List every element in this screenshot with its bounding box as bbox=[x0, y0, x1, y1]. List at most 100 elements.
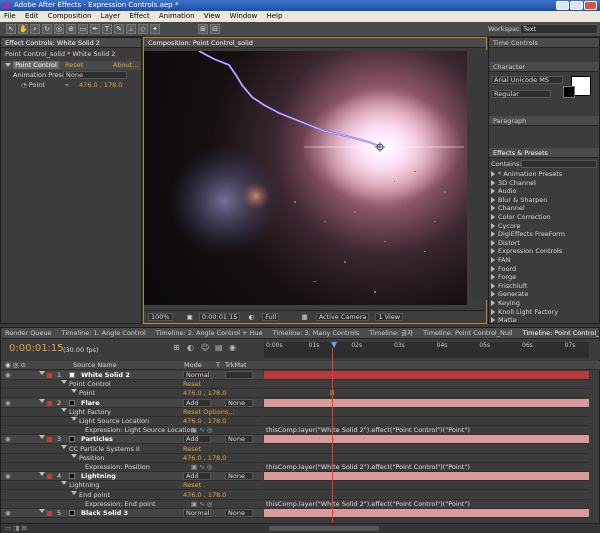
property-track[interactable] bbox=[264, 380, 589, 390]
effects-category-item[interactable]: FAN bbox=[489, 256, 599, 265]
timeline-tab[interactable]: Timeline: 2. Angle Control + Hue bbox=[156, 329, 263, 337]
menu-layer[interactable]: Layer bbox=[101, 12, 121, 20]
property-track[interactable]: thisComp.layer("White Solid 2").effect("… bbox=[264, 500, 589, 509]
rotate-tool-icon[interactable]: ↻ bbox=[42, 24, 52, 34]
property-value[interactable]: 476.0 , 178.0 bbox=[183, 454, 226, 462]
layer-name[interactable]: Black Solid 3 bbox=[81, 509, 128, 517]
zoom-dropdown[interactable]: 100% bbox=[148, 313, 173, 321]
contains-search-input[interactable] bbox=[521, 160, 597, 168]
expression-text[interactable]: thisComp.layer("White Solid 2").effect("… bbox=[266, 500, 470, 509]
time-controls-tab[interactable]: Time Controls bbox=[489, 38, 599, 48]
expand-arrow-icon[interactable] bbox=[491, 222, 495, 229]
effect-reset-link[interactable]: Reset Options... bbox=[183, 408, 235, 416]
show-channel-icon[interactable]: ◐ bbox=[249, 313, 255, 321]
col-source-name[interactable]: Source Name bbox=[73, 361, 117, 370]
col-mode[interactable]: Mode bbox=[184, 361, 202, 370]
timeline-tab[interactable]: Render Queue bbox=[5, 329, 52, 337]
blend-mode-dropdown[interactable]: Add bbox=[183, 398, 211, 407]
world-axis-icon[interactable]: ⊟ bbox=[210, 24, 220, 34]
expand-arrow-icon[interactable] bbox=[491, 256, 495, 263]
effects-category-item[interactable]: Audio bbox=[489, 187, 599, 196]
layer-row[interactable]: ◉ 3 Particles Add None bbox=[1, 435, 263, 445]
property-track[interactable] bbox=[264, 417, 589, 426]
layer-duration-bar[interactable] bbox=[264, 509, 589, 518]
expression-row[interactable]: Expression: Position ▣ ∿ ◎ bbox=[1, 463, 263, 472]
property-track[interactable] bbox=[264, 408, 589, 417]
mask-tool-icon[interactable]: ▭ bbox=[78, 24, 88, 34]
maximize-button[interactable] bbox=[570, 1, 583, 10]
eye-icon[interactable]: ◉ bbox=[5, 509, 11, 517]
expand-arrow-icon[interactable] bbox=[491, 291, 495, 298]
disclosure-triangle-icon[interactable] bbox=[71, 389, 77, 394]
effects-category-item[interactable]: Matte bbox=[489, 316, 599, 325]
draft-3d-icon[interactable]: ◐ bbox=[187, 343, 194, 352]
workspace-dropdown[interactable]: Text bbox=[520, 24, 598, 34]
eye-icon[interactable]: ◉ bbox=[5, 371, 11, 379]
stroke-color-swatch[interactable] bbox=[563, 86, 575, 98]
about-link[interactable]: About... bbox=[113, 61, 138, 70]
disclosure-triangle-icon[interactable] bbox=[39, 472, 45, 477]
effect-reset-link[interactable]: Reset bbox=[183, 481, 201, 489]
expand-arrow-icon[interactable] bbox=[491, 179, 495, 186]
layer-row[interactable]: ◉ 5 Black Solid 3 Normal None bbox=[1, 509, 263, 518]
effect-reset-link[interactable]: Reset bbox=[183, 380, 201, 388]
property-row[interactable]: Lightning Reset bbox=[1, 481, 263, 491]
font-dropdown[interactable]: Arial Unicode MS bbox=[491, 76, 563, 84]
expand-arrow-icon[interactable] bbox=[491, 213, 495, 220]
camera-dropdown[interactable]: Active Camera bbox=[315, 313, 370, 321]
zoom-tool-icon[interactable]: ⌕ bbox=[30, 24, 40, 34]
expand-switches-icon[interactable]: ▭ ◨ ⊞ bbox=[5, 524, 27, 532]
region-of-interest-icon[interactable]: ▦ bbox=[301, 313, 307, 321]
property-row[interactable]: End point 476.0 , 178.0 bbox=[1, 490, 263, 500]
eye-icon[interactable]: ◉ bbox=[5, 435, 11, 443]
property-track[interactable]: II bbox=[264, 389, 589, 399]
reset-link[interactable]: Reset bbox=[65, 61, 83, 70]
effects-category-item[interactable]: Cycore bbox=[489, 222, 599, 231]
view-layout-dropdown[interactable]: 1 View bbox=[375, 313, 404, 321]
label-color-swatch[interactable] bbox=[47, 373, 52, 378]
label-color-swatch[interactable] bbox=[47, 474, 52, 480]
layer-duration-bar[interactable] bbox=[264, 398, 589, 408]
resolution-dropdown[interactable]: Full bbox=[262, 313, 280, 321]
motion-blur-icon[interactable]: ◉ bbox=[229, 343, 236, 352]
effects-presets-tab[interactable]: Effects & Presets bbox=[489, 148, 599, 158]
layer-row[interactable]: ◉ 2 Flare Add None bbox=[1, 398, 263, 408]
effects-category-item[interactable]: Knoll Light Factory bbox=[489, 308, 599, 317]
stopwatch-icon[interactable]: ◔ bbox=[21, 81, 27, 89]
paragraph-tab[interactable]: Paragraph bbox=[489, 116, 599, 126]
disclosure-triangle-icon[interactable] bbox=[71, 417, 77, 421]
effect-reset-link[interactable]: Reset bbox=[183, 445, 201, 453]
disclosure-triangle-icon[interactable] bbox=[5, 63, 11, 67]
minimize-button[interactable] bbox=[556, 1, 569, 10]
property-row[interactable]: Position 476.0 , 178.0 bbox=[1, 453, 263, 463]
time-ruler[interactable]: 0:00s 01s 02s 03s 04s 05s 06s 07s bbox=[264, 342, 589, 358]
eye-icon[interactable]: ◉ bbox=[5, 399, 11, 407]
playhead-line[interactable] bbox=[332, 348, 333, 523]
label-color-swatch[interactable] bbox=[47, 437, 52, 443]
effects-category-item[interactable]: 3D Channel bbox=[489, 179, 599, 188]
property-value[interactable]: 476.0 , 178.0 bbox=[183, 389, 226, 397]
blend-mode-dropdown[interactable]: Add bbox=[183, 472, 211, 481]
layer-duration-bar[interactable] bbox=[264, 435, 589, 445]
effect-controls-tab[interactable]: Effect Controls: White Solid 2 bbox=[1, 38, 141, 48]
expression-controls-icon[interactable]: ▣ ∿ ◎ bbox=[191, 463, 212, 471]
comp-flowchart-icon[interactable]: ⊞ bbox=[173, 343, 180, 352]
axis-mode-icon[interactable]: ⊞ bbox=[198, 24, 208, 34]
expand-arrow-icon[interactable] bbox=[491, 248, 495, 255]
menu-animation[interactable]: Animation bbox=[159, 12, 195, 20]
character-tab[interactable]: Character bbox=[489, 62, 599, 72]
menu-edit[interactable]: Edit bbox=[25, 12, 39, 20]
property-row[interactable]: Light Source Location 476.0 , 178.0 bbox=[1, 417, 263, 426]
hide-shy-icon[interactable]: ☺ bbox=[201, 343, 209, 352]
expand-arrow-icon[interactable] bbox=[491, 299, 495, 306]
label-color-swatch[interactable] bbox=[47, 400, 52, 406]
effects-category-item[interactable]: Foord bbox=[489, 265, 599, 274]
brush-tool-icon[interactable]: ✎ bbox=[114, 24, 124, 34]
expand-arrow-icon[interactable] bbox=[491, 282, 495, 289]
col-t[interactable]: T bbox=[216, 361, 220, 370]
expression-text[interactable]: thisComp.layer("White Solid 2").effect("… bbox=[266, 426, 470, 435]
disclosure-triangle-icon[interactable] bbox=[61, 380, 67, 385]
disclosure-triangle-icon[interactable] bbox=[39, 398, 45, 403]
expression-row[interactable]: Expression: Light Source Location ▣ ∿ ◎ bbox=[1, 426, 263, 436]
composition-tab[interactable]: Composition: Point Control_solid bbox=[144, 38, 486, 48]
